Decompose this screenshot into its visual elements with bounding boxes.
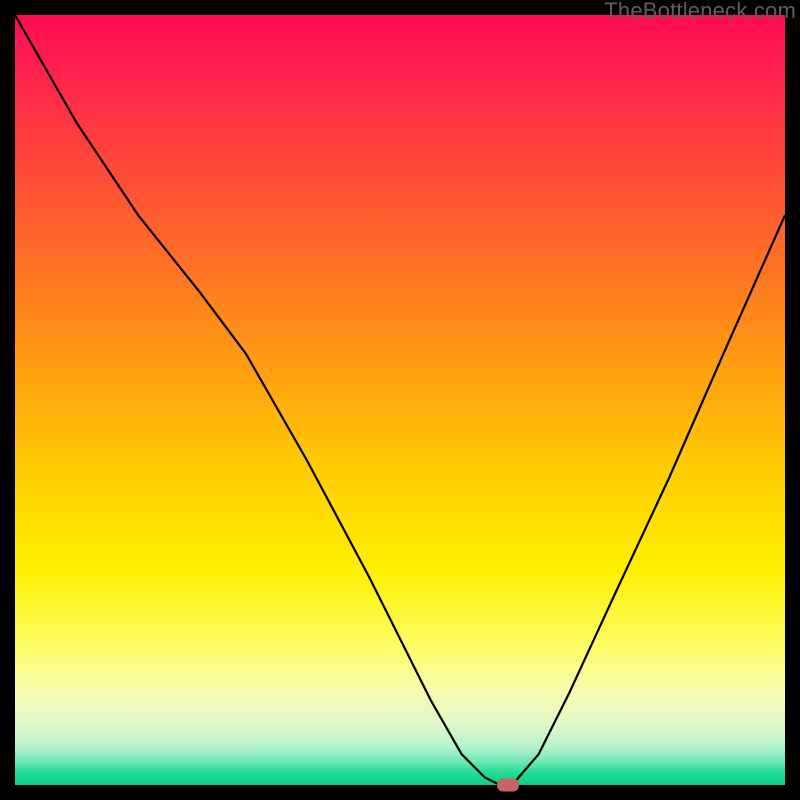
optimal-point-marker bbox=[497, 779, 519, 792]
curve-svg bbox=[15, 15, 785, 785]
plot-area bbox=[15, 15, 785, 785]
chart-frame: TheBottleneck.com bbox=[0, 0, 800, 800]
bottleneck-curve bbox=[15, 15, 785, 785]
watermark-label: TheBottleneck.com bbox=[604, 0, 796, 24]
